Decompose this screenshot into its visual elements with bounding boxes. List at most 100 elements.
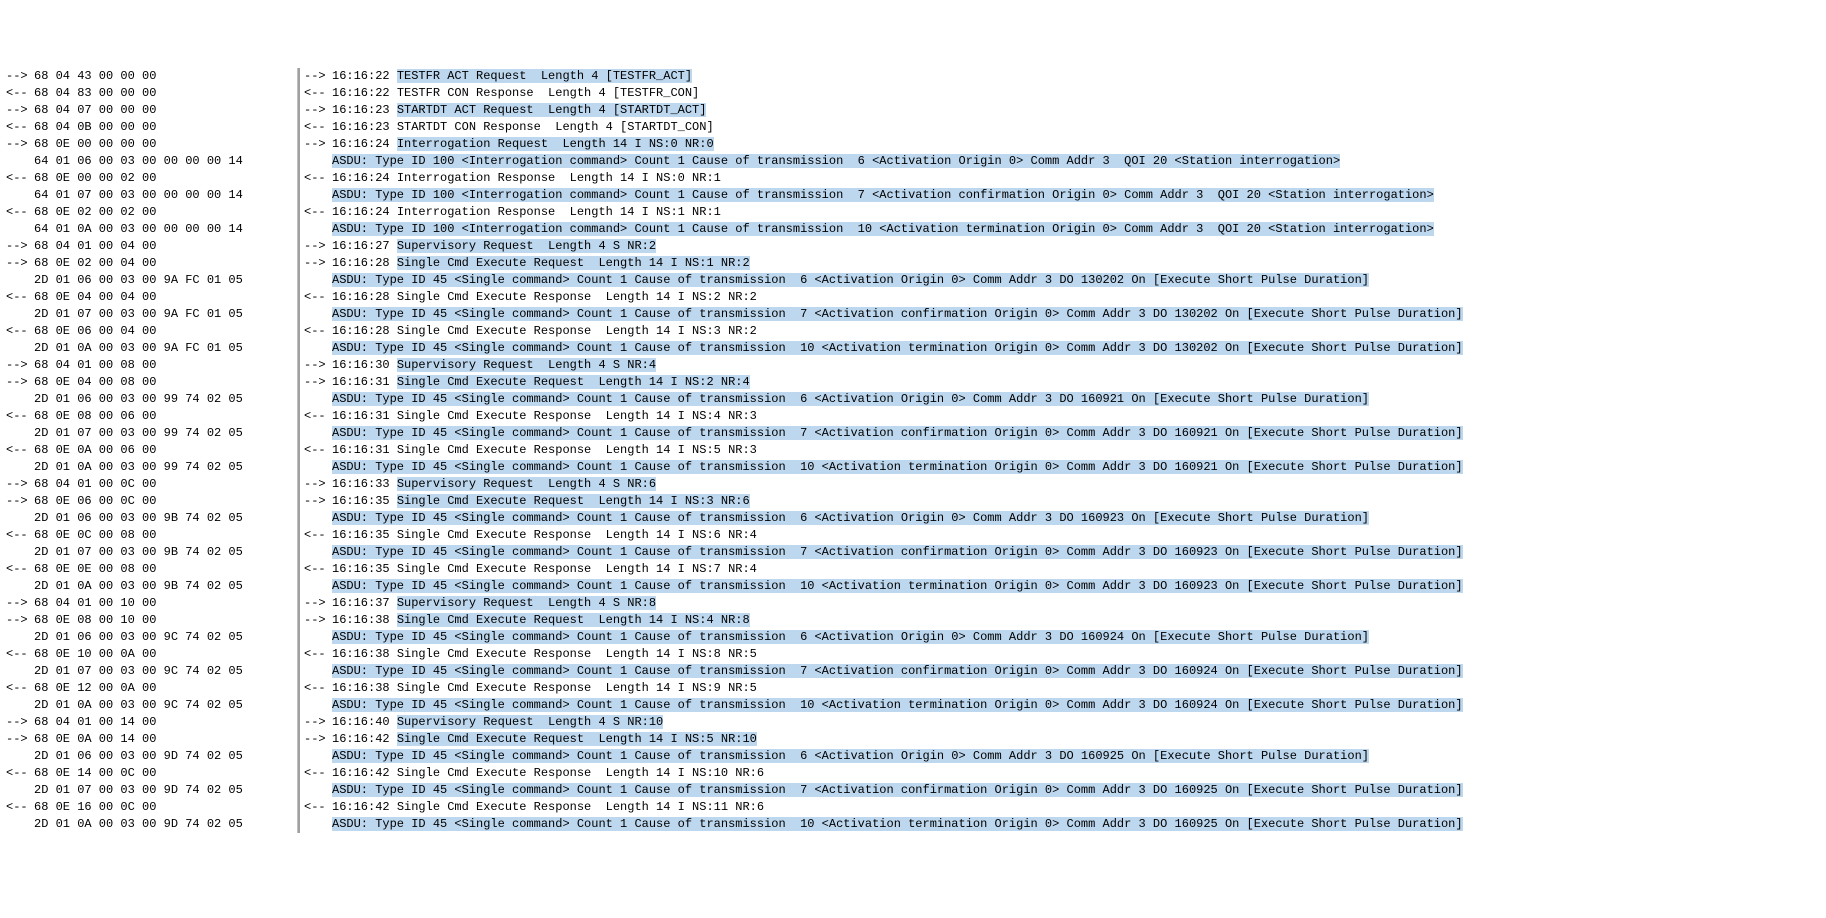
decoded-row[interactable]: -->16:16:27 Supervisory Request Length 4… bbox=[304, 238, 1826, 255]
hex-row[interactable]: 2D 01 07 00 03 00 9B 74 02 05 bbox=[6, 544, 297, 561]
hex-row[interactable]: -->68 0E 04 00 08 00 bbox=[6, 374, 297, 391]
hex-row[interactable]: <--68 0E 08 00 06 00 bbox=[6, 408, 297, 425]
decoded-row[interactable]: -->16:16:31 Single Cmd Execute Request L… bbox=[304, 374, 1826, 391]
hex-row[interactable]: <--68 0E 06 00 04 00 bbox=[6, 323, 297, 340]
decoded-row[interactable]: -->16:16:22 TESTFR ACT Request Length 4 … bbox=[304, 68, 1826, 85]
hex-row[interactable]: <--68 0E 12 00 0A 00 bbox=[6, 680, 297, 697]
decoded-row[interactable]: <--16:16:23 STARTDT CON Response Length … bbox=[304, 119, 1826, 136]
hex-row[interactable]: 2D 01 07 00 03 00 9C 74 02 05 bbox=[6, 663, 297, 680]
decoded-row[interactable]: ASDU: Type ID 45 <Single command> Count … bbox=[304, 816, 1826, 833]
decoded-row[interactable]: <--16:16:22 TESTFR CON Response Length 4… bbox=[304, 85, 1826, 102]
decoded-row[interactable]: -->16:16:28 Single Cmd Execute Request L… bbox=[304, 255, 1826, 272]
decoded-row[interactable]: ASDU: Type ID 45 <Single command> Count … bbox=[304, 459, 1826, 476]
hex-row[interactable]: <--68 0E 0E 00 08 00 bbox=[6, 561, 297, 578]
decoded-row[interactable]: <--16:16:31 Single Cmd Execute Response … bbox=[304, 442, 1826, 459]
decoded-row[interactable]: ASDU: Type ID 45 <Single command> Count … bbox=[304, 782, 1826, 799]
hex-row[interactable]: -->68 0E 08 00 10 00 bbox=[6, 612, 297, 629]
decoded-row[interactable]: ASDU: Type ID 45 <Single command> Count … bbox=[304, 663, 1826, 680]
hex-row[interactable]: -->68 0E 06 00 0C 00 bbox=[6, 493, 297, 510]
asdu-detail: ASDU: Type ID 45 <Single command> Count … bbox=[332, 579, 1463, 593]
hex-row[interactable]: -->68 0E 02 00 04 00 bbox=[6, 255, 297, 272]
hex-row[interactable]: 2D 01 0A 00 03 00 99 74 02 05 bbox=[6, 459, 297, 476]
decoded-row[interactable]: ASDU: Type ID 45 <Single command> Count … bbox=[304, 697, 1826, 714]
decoded-row[interactable]: <--16:16:24 Interrogation Response Lengt… bbox=[304, 204, 1826, 221]
hex-row[interactable]: -->68 04 01 00 0C 00 bbox=[6, 476, 297, 493]
direction-arrow: --> bbox=[6, 612, 34, 629]
decoded-row[interactable]: -->16:16:38 Single Cmd Execute Request L… bbox=[304, 612, 1826, 629]
decoded-row[interactable]: <--16:16:42 Single Cmd Execute Response … bbox=[304, 799, 1826, 816]
direction-arrow: <-- bbox=[304, 289, 332, 306]
indent bbox=[304, 816, 332, 833]
hex-row[interactable]: 2D 01 06 00 03 00 9D 74 02 05 bbox=[6, 748, 297, 765]
decoded-row[interactable]: <--16:16:28 Single Cmd Execute Response … bbox=[304, 289, 1826, 306]
decoded-row[interactable]: ASDU: Type ID 45 <Single command> Count … bbox=[304, 578, 1826, 595]
hex-row[interactable]: 2D 01 06 00 03 00 9A FC 01 05 bbox=[6, 272, 297, 289]
decoded-row[interactable]: <--16:16:35 Single Cmd Execute Response … bbox=[304, 561, 1826, 578]
decoded-row[interactable]: ASDU: Type ID 45 <Single command> Count … bbox=[304, 391, 1826, 408]
hex-row[interactable]: <--68 0E 14 00 0C 00 bbox=[6, 765, 297, 782]
decoded-row[interactable]: ASDU: Type ID 45 <Single command> Count … bbox=[304, 629, 1826, 646]
decoded-row[interactable]: ASDU: Type ID 45 <Single command> Count … bbox=[304, 544, 1826, 561]
hex-bytes: 68 0E 02 00 04 00 bbox=[34, 256, 156, 270]
decoded-row[interactable]: ASDU: Type ID 45 <Single command> Count … bbox=[304, 748, 1826, 765]
decoded-row[interactable]: ASDU: Type ID 45 <Single command> Count … bbox=[304, 272, 1826, 289]
hex-row[interactable]: 2D 01 0A 00 03 00 9A FC 01 05 bbox=[6, 340, 297, 357]
decoded-row[interactable]: <--16:16:38 Single Cmd Execute Response … bbox=[304, 646, 1826, 663]
decoded-row[interactable]: -->16:16:42 Single Cmd Execute Request L… bbox=[304, 731, 1826, 748]
hex-row[interactable]: <--68 0E 16 00 0C 00 bbox=[6, 799, 297, 816]
decoded-row[interactable]: ASDU: Type ID 45 <Single command> Count … bbox=[304, 306, 1826, 323]
hex-row[interactable]: 2D 01 0A 00 03 00 9D 74 02 05 bbox=[6, 816, 297, 833]
hex-row[interactable]: 2D 01 06 00 03 00 9B 74 02 05 bbox=[6, 510, 297, 527]
decoded-row[interactable]: <--16:16:31 Single Cmd Execute Response … bbox=[304, 408, 1826, 425]
hex-row[interactable]: 64 01 07 00 03 00 00 00 00 14 bbox=[6, 187, 297, 204]
hex-row[interactable]: <--68 0E 10 00 0A 00 bbox=[6, 646, 297, 663]
hex-row[interactable]: 2D 01 07 00 03 00 99 74 02 05 bbox=[6, 425, 297, 442]
decoded-row[interactable]: -->16:16:33 Supervisory Request Length 4… bbox=[304, 476, 1826, 493]
hex-row[interactable]: 2D 01 06 00 03 00 9C 74 02 05 bbox=[6, 629, 297, 646]
decoded-row[interactable]: <--16:16:24 Interrogation Response Lengt… bbox=[304, 170, 1826, 187]
decoded-row[interactable]: -->16:16:37 Supervisory Request Length 4… bbox=[304, 595, 1826, 612]
decoded-row[interactable]: -->16:16:35 Single Cmd Execute Request L… bbox=[304, 493, 1826, 510]
hex-row[interactable]: <--68 0E 02 00 02 00 bbox=[6, 204, 297, 221]
hex-row[interactable]: -->68 04 07 00 00 00 bbox=[6, 102, 297, 119]
hex-row[interactable]: <--68 04 83 00 00 00 bbox=[6, 85, 297, 102]
hex-row[interactable]: -->68 04 01 00 10 00 bbox=[6, 595, 297, 612]
timestamp: 16:16:35 bbox=[332, 562, 397, 576]
decoded-row[interactable]: ASDU: Type ID 45 <Single command> Count … bbox=[304, 425, 1826, 442]
hex-row[interactable]: 2D 01 06 00 03 00 99 74 02 05 bbox=[6, 391, 297, 408]
hex-row[interactable]: -->68 0E 0A 00 14 00 bbox=[6, 731, 297, 748]
hex-row[interactable]: 2D 01 07 00 03 00 9D 74 02 05 bbox=[6, 782, 297, 799]
decoded-row[interactable]: -->16:16:23 STARTDT ACT Request Length 4… bbox=[304, 102, 1826, 119]
decoded-row[interactable]: <--16:16:28 Single Cmd Execute Response … bbox=[304, 323, 1826, 340]
hex-row[interactable]: <--68 0E 04 00 04 00 bbox=[6, 289, 297, 306]
decoded-row[interactable]: ASDU: Type ID 100 <Interrogation command… bbox=[304, 153, 1826, 170]
hex-row[interactable]: -->68 04 01 00 14 00 bbox=[6, 714, 297, 731]
decoded-row[interactable]: -->16:16:30 Supervisory Request Length 4… bbox=[304, 357, 1826, 374]
hex-row[interactable]: 2D 01 07 00 03 00 9A FC 01 05 bbox=[6, 306, 297, 323]
hex-row[interactable]: -->68 0E 00 00 00 00 bbox=[6, 136, 297, 153]
decoded-row[interactable]: <--16:16:42 Single Cmd Execute Response … bbox=[304, 765, 1826, 782]
hex-row[interactable]: 64 01 0A 00 03 00 00 00 00 14 bbox=[6, 221, 297, 238]
decoded-row[interactable]: -->16:16:24 Interrogation Request Length… bbox=[304, 136, 1826, 153]
hex-row[interactable]: 64 01 06 00 03 00 00 00 00 14 bbox=[6, 153, 297, 170]
decoded-row[interactable]: <--16:16:35 Single Cmd Execute Response … bbox=[304, 527, 1826, 544]
hex-row[interactable]: 2D 01 0A 00 03 00 9B 74 02 05 bbox=[6, 578, 297, 595]
hex-row[interactable]: <--68 0E 0A 00 06 00 bbox=[6, 442, 297, 459]
decoded-row[interactable]: ASDU: Type ID 100 <Interrogation command… bbox=[304, 221, 1826, 238]
hex-row[interactable]: -->68 04 43 00 00 00 bbox=[6, 68, 297, 85]
hex-row[interactable]: <--68 0E 00 00 02 00 bbox=[6, 170, 297, 187]
direction-arrow: --> bbox=[6, 595, 34, 612]
hex-row[interactable]: -->68 04 01 00 04 00 bbox=[6, 238, 297, 255]
hex-dump-panel[interactable]: -->68 04 43 00 00 00<--68 04 83 00 00 00… bbox=[0, 68, 298, 833]
decoded-row[interactable]: <--16:16:38 Single Cmd Execute Response … bbox=[304, 680, 1826, 697]
decoded-row[interactable]: ASDU: Type ID 100 <Interrogation command… bbox=[304, 187, 1826, 204]
hex-row[interactable]: -->68 04 01 00 08 00 bbox=[6, 357, 297, 374]
decoded-panel[interactable]: -->16:16:22 TESTFR ACT Request Length 4 … bbox=[298, 68, 1826, 833]
decoded-row[interactable]: ASDU: Type ID 45 <Single command> Count … bbox=[304, 340, 1826, 357]
hex-row[interactable]: <--68 04 0B 00 00 00 bbox=[6, 119, 297, 136]
message-text: Supervisory Request Length 4 S NR:2 bbox=[397, 239, 656, 253]
decoded-row[interactable]: -->16:16:40 Supervisory Request Length 4… bbox=[304, 714, 1826, 731]
decoded-row[interactable]: ASDU: Type ID 45 <Single command> Count … bbox=[304, 510, 1826, 527]
hex-row[interactable]: <--68 0E 0C 00 08 00 bbox=[6, 527, 297, 544]
hex-row[interactable]: 2D 01 0A 00 03 00 9C 74 02 05 bbox=[6, 697, 297, 714]
